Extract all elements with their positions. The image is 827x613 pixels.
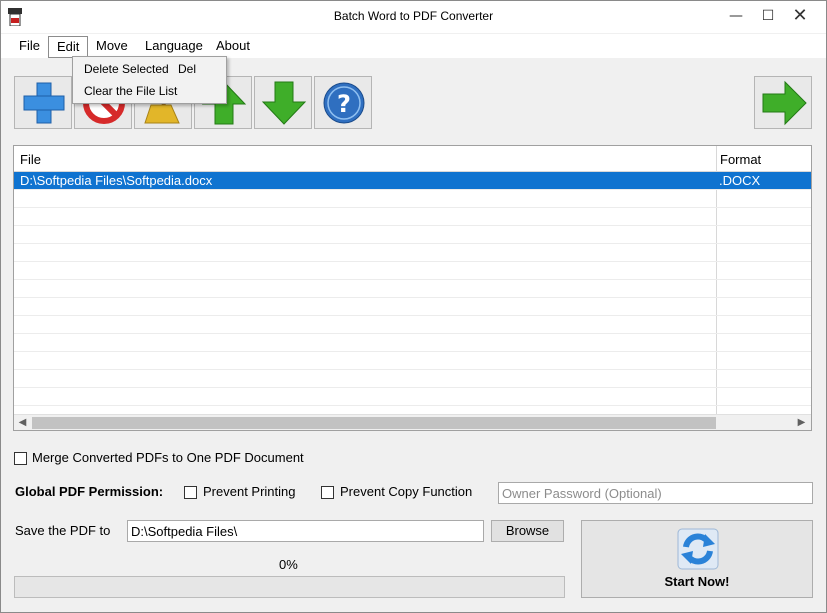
table-header: File Format <box>14 146 811 172</box>
svg-text:?: ? <box>337 90 351 118</box>
arrow-right-icon <box>762 80 807 126</box>
window-title: Batch Word to PDF Converter <box>333 9 494 23</box>
add-files-button[interactable] <box>14 76 72 129</box>
refresh-icon <box>677 528 719 570</box>
move-down-button[interactable] <box>254 76 312 129</box>
menu-bar: File Edit Move Language About <box>1 34 826 58</box>
prevent-copy-label: Prevent Copy Function <box>340 484 473 499</box>
save-path-field[interactable]: D:\Softpedia Files\ <box>127 520 484 542</box>
scroll-left-icon[interactable]: ◀ <box>14 415 31 430</box>
close-button[interactable]: ✕ <box>785 1 815 31</box>
empty-row <box>14 262 811 280</box>
merge-pdfs-label: Merge Converted PDFs to One PDF Document <box>32 450 304 465</box>
save-to-label: Save the PDF to <box>15 523 111 538</box>
arrow-down-icon <box>261 81 307 125</box>
permission-label: Global PDF Permission: <box>15 484 164 499</box>
delete-selected-item[interactable]: Delete Selected <box>84 62 169 76</box>
empty-row <box>14 352 811 370</box>
empty-row <box>14 244 811 262</box>
start-now-button[interactable]: Start Now! <box>581 520 813 598</box>
menu-edit[interactable]: Edit <box>48 36 89 58</box>
progress-bar <box>14 576 565 598</box>
empty-row <box>14 388 811 406</box>
file-path-cell: D:\Softpedia Files\Softpedia.docx <box>20 173 213 188</box>
empty-row <box>14 316 811 334</box>
menu-language[interactable]: Language <box>145 38 203 53</box>
plus-icon <box>23 82 65 124</box>
empty-row <box>14 280 811 298</box>
help-icon: ? <box>323 82 365 124</box>
merge-pdfs-checkbox[interactable] <box>14 452 27 465</box>
owner-password-field[interactable]: Owner Password (Optional) <box>498 482 813 504</box>
help-button[interactable]: ? <box>314 76 372 129</box>
table-row[interactable]: D:\Softpedia Files\Softpedia.docx .DOCX <box>14 172 811 190</box>
column-header-file[interactable]: File <box>20 152 41 167</box>
empty-row <box>14 190 811 208</box>
empty-row <box>14 298 811 316</box>
scroll-right-icon[interactable]: ▶ <box>793 415 810 430</box>
clear-file-list-item[interactable]: Clear the File List <box>84 84 177 98</box>
file-list-table[interactable]: File Format D:\Softpedia Files\Softpedia… <box>13 145 812 431</box>
empty-row <box>14 208 811 226</box>
empty-row <box>14 370 811 388</box>
prevent-printing-label: Prevent Printing <box>203 484 296 499</box>
column-header-format[interactable]: Format <box>720 152 761 167</box>
menu-about[interactable]: About <box>216 38 250 53</box>
scroll-thumb[interactable] <box>32 417 716 429</box>
minimize-button[interactable]: — <box>721 1 751 31</box>
menu-move[interactable]: Move <box>96 38 128 53</box>
next-button[interactable] <box>754 76 812 129</box>
maximize-button[interactable]: ☐ <box>753 1 783 31</box>
browse-button[interactable]: Browse <box>491 520 564 542</box>
horizontal-scrollbar[interactable]: ◀ ▶ <box>14 414 811 430</box>
start-now-label: Start Now! <box>664 574 730 589</box>
empty-row <box>14 226 811 244</box>
menu-file[interactable]: File <box>19 38 40 53</box>
delete-shortcut: Del <box>178 62 197 76</box>
prevent-copy-checkbox[interactable] <box>321 486 334 499</box>
empty-row <box>14 334 811 352</box>
edit-menu-dropdown: Delete Selected Del Clear the File List <box>72 56 227 104</box>
file-format-cell: .DOCX <box>719 173 761 188</box>
app-window: Batch Word to PDF Converter — ☐ ✕ File E… <box>0 0 827 613</box>
prevent-printing-checkbox[interactable] <box>184 486 197 499</box>
progress-text: 0% <box>279 557 298 572</box>
title-bar: Batch Word to PDF Converter — ☐ ✕ <box>1 1 826 33</box>
